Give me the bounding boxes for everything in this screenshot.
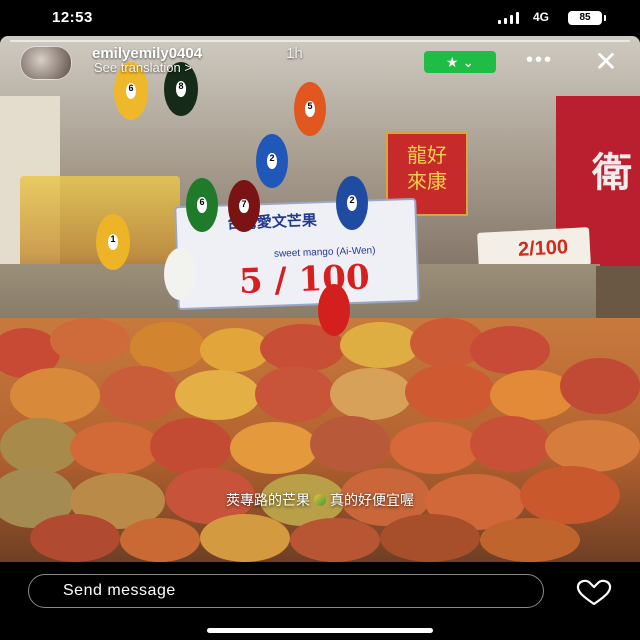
story-progress-bar [10, 40, 630, 42]
signal-icon [498, 12, 524, 24]
more-dots-icon[interactable]: ••• [526, 50, 553, 70]
send-message-input[interactable]: Send message [28, 574, 544, 608]
sign-price: 5 / 100 [238, 257, 371, 303]
post-time: 1h [286, 45, 303, 62]
hanging-ball [318, 284, 350, 336]
hanging-ball: 6 [186, 178, 218, 232]
avatar[interactable] [20, 46, 72, 80]
mango-emoji-icon [314, 494, 326, 506]
story-caption: 莢專路的芒果 真的好便宜喔 [226, 492, 414, 508]
close-icon[interactable]: ✕ [592, 48, 620, 76]
hanging-ball: 1 [96, 214, 130, 270]
mango-heap [0, 318, 640, 562]
network-type: 4G [533, 10, 550, 24]
hanging-ball: 2 [336, 176, 368, 230]
star-chevron-icon: ★ ⌄ [445, 54, 475, 70]
hanging-ball: 7 [228, 180, 260, 232]
shop-sign-char: 衛 [592, 151, 632, 195]
home-indicator[interactable] [207, 628, 433, 633]
story-media[interactable]: 衛 龍好 來康 2/100 台灣愛文芒果 sweet mango (Ai-Wen… [0, 36, 640, 562]
favorites-button[interactable]: ★ ⌄ [424, 51, 496, 73]
see-translation-link[interactable]: See translation > [94, 60, 192, 75]
hanging-ball [164, 248, 196, 300]
hanging-ball: 5 [294, 82, 326, 136]
heart-icon[interactable] [574, 578, 614, 606]
clock: 12:53 [52, 9, 93, 26]
hanging-ball: 2 [256, 134, 288, 188]
battery-icon: 85 [568, 11, 606, 25]
status-bar: 12:53 4G 85 [0, 0, 640, 36]
